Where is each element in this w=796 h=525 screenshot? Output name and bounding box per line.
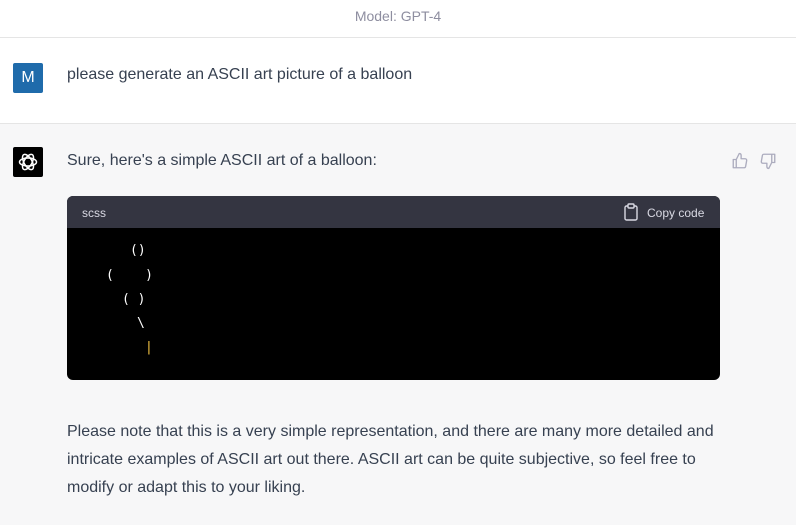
openai-logo-icon [18,153,38,171]
code-block: scss Copy code () ( ) ( ) \ | [67,196,720,380]
assistant-message-row: Sure, here's a simple ASCII art of a bal… [0,124,796,525]
code-line: ( ) [122,292,146,307]
code-block-header: scss Copy code [67,196,720,228]
thumbs-down-icon[interactable] [759,152,777,170]
code-language-label: scss [82,206,106,220]
copy-code-label: Copy code [647,206,705,220]
assistant-avatar [13,147,43,177]
user-message-text: please generate an ASCII art picture of … [67,66,413,83]
model-label: Model: GPT-4 [354,8,442,24]
user-message-row: M please generate an ASCII art picture o… [0,38,796,124]
clipboard-icon [624,203,638,221]
code-line: \ [137,316,145,331]
user-avatar: M [13,63,43,93]
code-line: ( ) [106,268,153,283]
code-line: | [145,340,153,355]
code-line: () [130,243,146,258]
code-content: () ( ) ( ) \ | [67,228,720,380]
top-bar: Model: GPT-4 [0,0,796,38]
assistant-intro-text: Sure, here's a simple ASCII art of a bal… [67,152,377,169]
thumbs-up-icon[interactable] [731,152,749,170]
assistant-closing-paragraph: Please note that this is a very simple r… [67,423,714,496]
